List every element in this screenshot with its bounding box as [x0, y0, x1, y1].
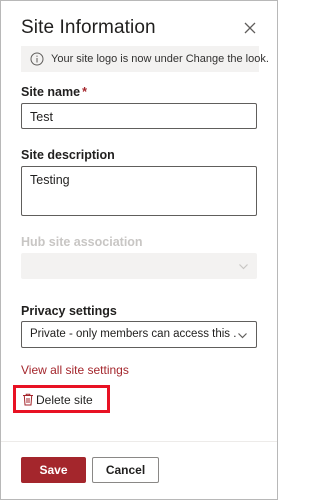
- site-name-input[interactable]: Test: [21, 103, 257, 129]
- delete-site-label: Delete site: [36, 393, 93, 407]
- privacy-settings-label: Privacy settings: [21, 304, 117, 318]
- hub-site-association-dropdown: [21, 253, 257, 279]
- close-icon: [244, 22, 256, 34]
- privacy-settings-value: Private - only members can access this .…: [30, 328, 236, 340]
- info-message-text: Your site logo is now under Change the l…: [51, 53, 269, 65]
- site-description-textarea[interactable]: Testing: [21, 166, 257, 216]
- panel-title: Site Information: [21, 17, 156, 38]
- privacy-settings-dropdown[interactable]: Private - only members can access this .…: [21, 321, 257, 348]
- hub-site-association-label: Hub site association: [21, 235, 143, 249]
- close-button[interactable]: [241, 19, 259, 37]
- trash-icon: [23, 393, 33, 406]
- chevron-down-icon: [239, 264, 248, 270]
- cancel-button[interactable]: Cancel: [92, 457, 159, 483]
- delete-site-button[interactable]: Delete site: [13, 385, 110, 413]
- save-button[interactable]: Save: [21, 457, 86, 483]
- view-all-site-settings-link[interactable]: View all site settings: [21, 363, 129, 377]
- site-name-label: Site name *: [21, 85, 87, 99]
- required-marker: *: [82, 85, 87, 99]
- site-description-label: Site description: [21, 148, 115, 162]
- site-name-label-text: Site name: [21, 85, 81, 99]
- info-icon: [30, 52, 44, 66]
- footer-divider: [1, 441, 277, 442]
- chevron-down-icon: [238, 333, 247, 339]
- info-message-bar: Your site logo is now under Change the l…: [21, 46, 269, 72]
- site-information-panel: Site Information Your site logo is now u…: [0, 0, 278, 500]
